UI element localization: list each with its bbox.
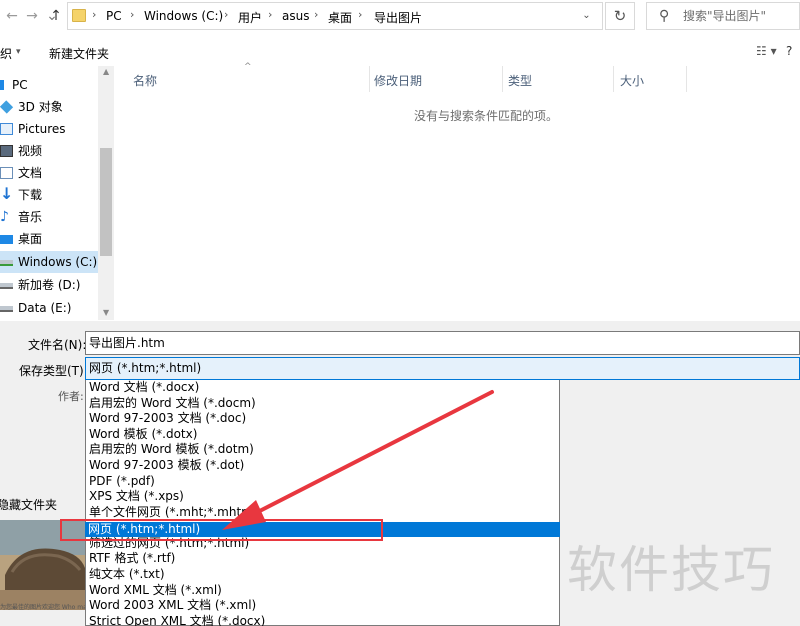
watermark: 软件技巧 [567,541,775,599]
save-as-dialog: ← → ⌄ ↑ › PC › Windows (C:) › 用户 › asus … [0,0,800,626]
